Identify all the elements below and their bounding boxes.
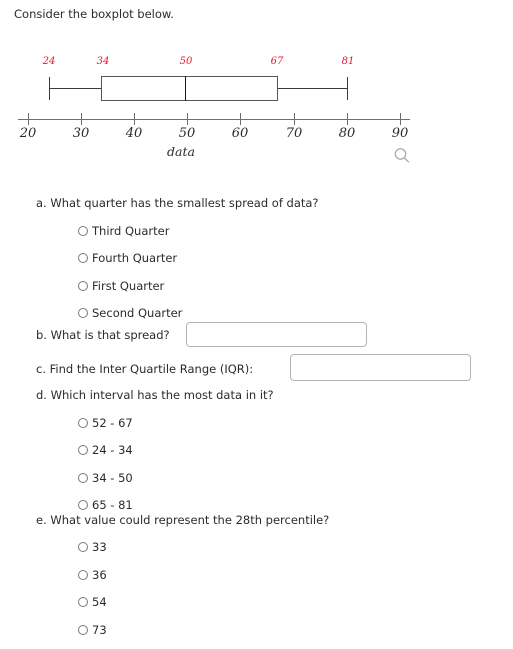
- x-axis-label-50: 50: [178, 126, 196, 141]
- x-axis-tick-90: [400, 113, 401, 125]
- boxplot-whisker-cap-left: [49, 77, 50, 100]
- question-a-text: a. What quarter has the smallest spread …: [36, 196, 319, 210]
- boxplot-whisker-cap-right: [347, 77, 348, 100]
- question-e-option-2[interactable]: 54: [78, 595, 107, 609]
- boxplot-median-line: [185, 76, 186, 101]
- boxplot-label-q1: 34: [96, 56, 110, 67]
- x-axis-label-20: 20: [19, 126, 37, 141]
- x-axis-label-30: 30: [72, 126, 90, 141]
- radio-icon[interactable]: [78, 500, 88, 510]
- option-label: Fourth Quarter: [92, 251, 178, 265]
- radio-icon[interactable]: [78, 226, 88, 236]
- option-label: Second Quarter: [92, 306, 183, 320]
- x-axis-tick-80: [347, 113, 348, 125]
- radio-icon[interactable]: [78, 418, 88, 428]
- boxplot-label-median: 50: [179, 56, 193, 67]
- question-c-text: c. Find the Inter Quartile Range (IQR):: [36, 362, 254, 376]
- boxplot-whisker-right: [277, 88, 348, 89]
- x-axis-tick-50: [187, 113, 188, 125]
- boxplot-label-q3: 67: [270, 56, 284, 67]
- option-label: 54: [92, 595, 107, 609]
- radio-icon[interactable]: [78, 445, 88, 455]
- option-label: 36: [92, 568, 107, 582]
- radio-icon[interactable]: [78, 253, 88, 263]
- question-e-option-3[interactable]: 73: [78, 623, 107, 637]
- radio-icon[interactable]: [78, 308, 88, 318]
- magnifier-icon[interactable]: [392, 146, 412, 170]
- question-c-input[interactable]: [290, 354, 471, 381]
- x-axis-line: [18, 119, 410, 120]
- question-d-text: d. Which interval has the most data in i…: [36, 388, 274, 402]
- radio-icon[interactable]: [78, 625, 88, 635]
- x-axis-tick-40: [134, 113, 135, 125]
- question-d-option-0[interactable]: 52 - 67: [78, 416, 133, 430]
- question-d-option-1[interactable]: 24 - 34: [78, 443, 133, 457]
- question-b-text: b. What is that spread?: [36, 328, 170, 342]
- question-a-option-3[interactable]: Second Quarter: [78, 306, 182, 320]
- x-axis-title: data: [167, 144, 195, 159]
- question-e-option-0[interactable]: 33: [78, 540, 107, 554]
- x-axis-tick-30: [81, 113, 82, 125]
- boxplot-figure: 24 34 50 67 81 20 30 40 50 60 70 80 90 d…: [0, 44, 430, 184]
- question-b-input[interactable]: [186, 322, 367, 347]
- question-a-option-2[interactable]: First Quarter: [78, 279, 164, 293]
- x-axis-tick-70: [294, 113, 295, 125]
- boxplot-whisker-left: [49, 88, 102, 89]
- x-axis-label-90: 90: [391, 126, 409, 141]
- option-label: 52 - 67: [92, 416, 133, 430]
- question-e-option-1[interactable]: 36: [78, 568, 107, 582]
- radio-icon[interactable]: [78, 473, 88, 483]
- x-axis-label-40: 40: [125, 126, 143, 141]
- option-label: 65 - 81: [92, 498, 133, 512]
- x-axis-tick-60: [240, 113, 241, 125]
- option-label: 33: [92, 540, 107, 554]
- option-label: 24 - 34: [92, 443, 133, 457]
- radio-icon[interactable]: [78, 570, 88, 580]
- boxplot-label-max: 81: [341, 56, 355, 67]
- question-e-text: e. What value could represent the 28th p…: [36, 513, 330, 527]
- radio-icon[interactable]: [78, 542, 88, 552]
- option-label: 73: [92, 623, 107, 637]
- question-d-option-2[interactable]: 34 - 50: [78, 471, 133, 485]
- x-axis-tick-20: [28, 113, 29, 125]
- x-axis-label-80: 80: [338, 126, 356, 141]
- radio-icon[interactable]: [78, 281, 88, 291]
- boxplot-label-min: 24: [42, 56, 56, 67]
- x-axis-label-70: 70: [285, 126, 303, 141]
- question-a-option-1[interactable]: Fourth Quarter: [78, 251, 177, 265]
- option-label: 34 - 50: [92, 471, 133, 485]
- question-d-option-3[interactable]: 65 - 81: [78, 498, 133, 512]
- radio-icon[interactable]: [78, 597, 88, 607]
- boxplot-box: [101, 76, 278, 101]
- option-label: First Quarter: [92, 279, 165, 293]
- page-title: Consider the boxplot below.: [14, 7, 174, 21]
- x-axis-label-60: 60: [231, 126, 249, 141]
- question-a-option-0[interactable]: Third Quarter: [78, 224, 169, 238]
- option-label: Third Quarter: [92, 224, 170, 238]
